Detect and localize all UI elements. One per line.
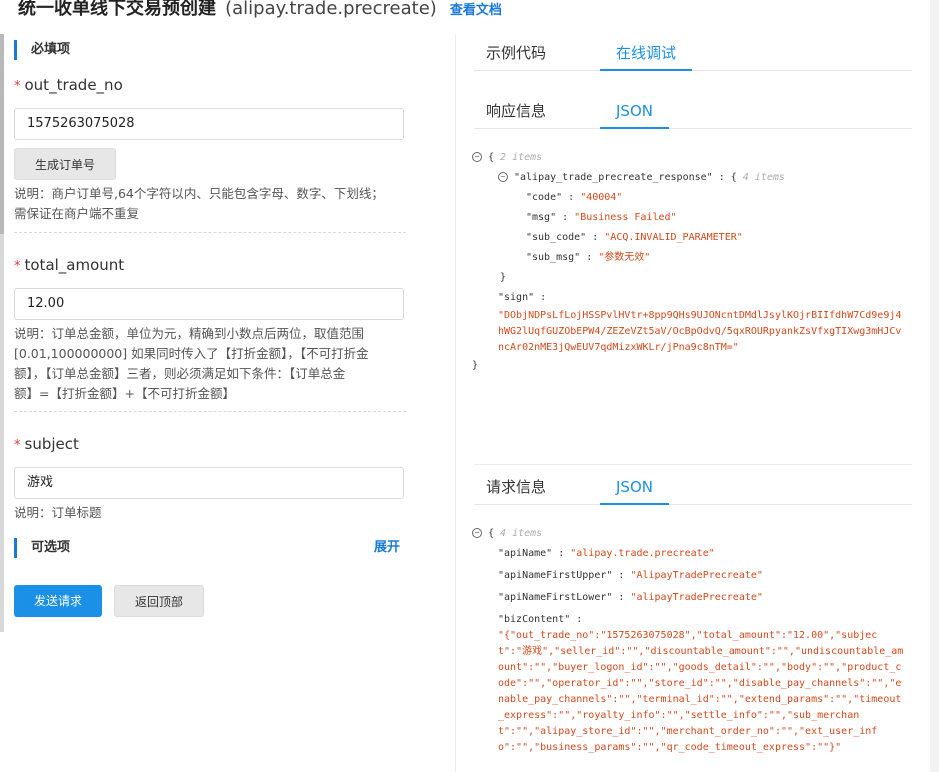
required-section-header: 必填项 — [14, 40, 406, 60]
total-amount-description: 说明：订单总金额，单位为元，精确到小数点后两位，取值范围 [0.01,10000… — [14, 326, 369, 401]
required-star: * — [14, 79, 21, 94]
subject-description: 说明：订单标题 — [14, 505, 102, 520]
response-tabs: 响应信息 JSON — [474, 92, 912, 129]
optional-section-label: 可选项 — [31, 540, 71, 555]
section-divider — [474, 464, 912, 465]
optional-section-header: 可选项 展开 — [14, 538, 406, 558]
tab-response-json[interactable]: JSON — [600, 100, 669, 129]
json-line: "sub_msg" : "参数无效" — [526, 252, 651, 263]
request-json-viewer: −{4 items "apiName" : "alipay.trade.prec… — [472, 524, 912, 756]
json-line: "sub_code" : "ACQ.INVALID_PARAMETER" — [526, 232, 743, 243]
collapse-icon[interactable]: − — [498, 172, 508, 182]
json-root-line: −{2 items — [472, 148, 912, 168]
json-line: } — [472, 360, 479, 371]
page-title: 统一收单线下交易预创建 — [18, 0, 216, 19]
json-line: − "alipay_trade_precreate_response" : {4 … — [472, 168, 912, 188]
response-json-viewer: −{2 items − "alipay_trade_precreate_respo… — [472, 148, 912, 376]
request-tabs: 请求信息 JSON — [474, 468, 912, 505]
json-line: "apiNameFirstLower" : "alipayTradePrecre… — [498, 592, 763, 603]
tab-response-info[interactable]: 响应信息 — [486, 100, 546, 129]
collapse-icon[interactable]: − — [472, 152, 482, 162]
expand-optional-button[interactable]: 展开 — [374, 538, 400, 558]
json-sign-value: "DObjNDPsLfLojHSSPvlHVtr+8pp9QHs9UJONcnt… — [498, 310, 902, 353]
json-line: } — [500, 272, 507, 283]
out-trade-no-input[interactable]: 1575263075028 — [14, 108, 404, 140]
json-line: "bizContent" : — [498, 614, 583, 625]
tab-request-json[interactable]: JSON — [600, 476, 669, 505]
tab-sample-code[interactable]: 示例代码 — [486, 42, 546, 71]
out-trade-no-label: * out_trade_no — [14, 76, 123, 94]
page-header: 统一收单线下交易预创建 (alipay.trade.precreate) 查看文… — [18, 0, 502, 19]
json-line: "apiNameFirstUpper" : "AlipayTradePrecre… — [498, 570, 763, 581]
left-scrollbar-thumb[interactable] — [0, 34, 4, 234]
field-divider — [14, 411, 406, 412]
subject-input[interactable]: 游戏 — [14, 467, 404, 499]
json-bizcontent-value: "{"out_trade_no":"1575263075028","total_… — [498, 630, 904, 753]
subject-label: * subject — [14, 435, 79, 453]
required-star: * — [14, 259, 21, 274]
json-line: "msg" : "Business Failed" — [526, 212, 677, 223]
tab-request-info[interactable]: 请求信息 — [486, 476, 546, 505]
required-star: * — [14, 438, 21, 453]
main-tabs: 示例代码 在线调试 — [474, 34, 912, 71]
api-name: (alipay.trade.precreate) — [225, 0, 437, 19]
tab-online-debug[interactable]: 在线调试 — [600, 42, 693, 71]
json-root-line: −{4 items — [472, 524, 912, 544]
json-line: "apiName" : "alipay.trade.precreate" — [498, 548, 715, 559]
json-line: "sign" : — [498, 292, 547, 303]
back-to-top-button[interactable]: 返回顶部 — [114, 585, 205, 617]
required-section-label: 必填项 — [31, 42, 71, 57]
collapse-icon[interactable]: − — [472, 528, 482, 538]
debug-panel: 示例代码 在线调试 响应信息 JSON −{2 items − "alipay_t… — [456, 34, 914, 772]
total-amount-input[interactable]: 12.00 — [14, 288, 404, 320]
generate-order-no-button[interactable]: 生成订单号 — [14, 148, 117, 180]
total-amount-label: * total_amount — [14, 256, 125, 274]
json-line: "code" : "40004" — [526, 192, 623, 203]
out-trade-no-description: 说明：商户订单号,64个字符以内、只能包含字母、数字、下划线； 需保证在商户端不… — [14, 186, 384, 221]
page-scrollbar[interactable] — [930, 0, 939, 772]
send-request-button[interactable]: 发送请求 — [14, 585, 103, 617]
view-doc-link[interactable]: 查看文档 — [450, 3, 502, 18]
left-scrollbar[interactable] — [0, 34, 4, 632]
field-divider — [14, 232, 406, 233]
